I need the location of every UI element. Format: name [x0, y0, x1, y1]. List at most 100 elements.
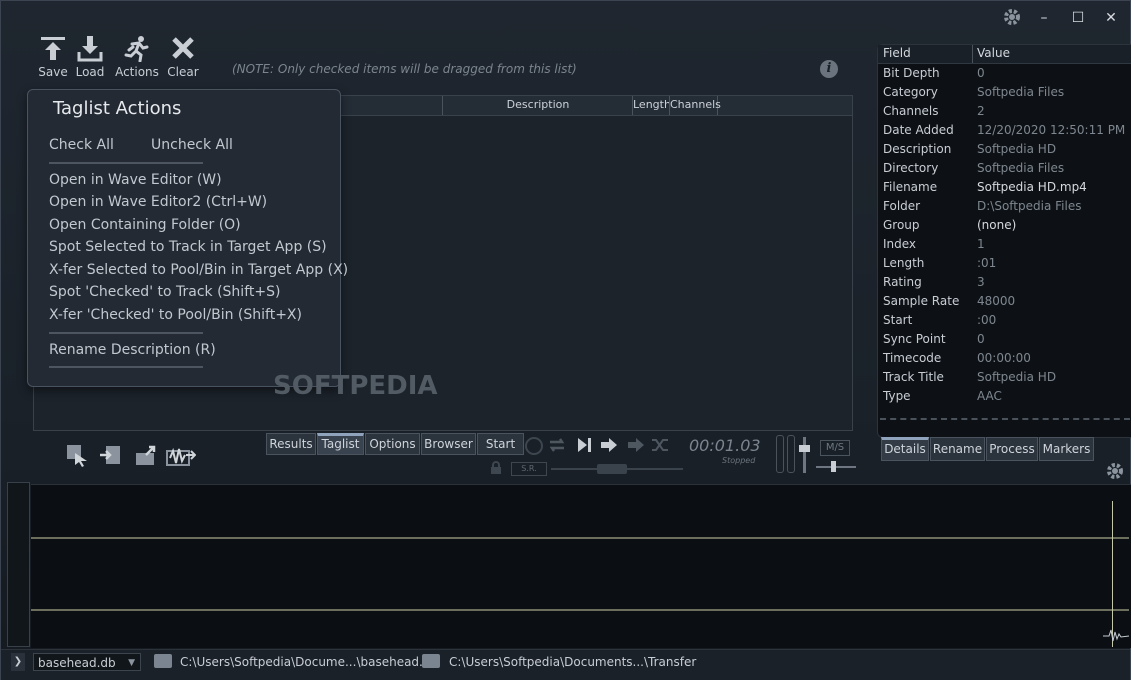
record-icon[interactable]: [525, 437, 543, 455]
tab-rename[interactable]: Rename: [930, 437, 985, 461]
slider-thumb[interactable]: [597, 464, 627, 474]
play-pause-icon[interactable]: [576, 437, 592, 457]
detail-field-value[interactable]: 0: [977, 332, 985, 346]
detail-field-value[interactable]: D:\Softpedia Files: [977, 199, 1081, 213]
open-containing-folder-item[interactable]: Open Containing Folder (O): [49, 217, 241, 233]
header-value[interactable]: Value: [977, 46, 1010, 60]
time-display: 00:01.03: [689, 436, 761, 455]
next-icon[interactable]: [626, 437, 646, 457]
folder-icon[interactable]: [154, 654, 172, 668]
open-wave-editor2-item[interactable]: Open in Wave Editor2 (Ctrl+W): [49, 194, 267, 210]
detail-field-value[interactable]: (none): [977, 218, 1016, 232]
database-path: C:\Users\Softpedia\Docume...\basehead.db: [180, 655, 439, 669]
detail-field-value[interactable]: Softpedia Files: [977, 85, 1064, 99]
tab-results[interactable]: Results: [266, 433, 316, 455]
detail-field-value[interactable]: 1: [977, 237, 985, 251]
detail-field-value[interactable]: AAC: [977, 389, 1002, 403]
detail-field-label: Sync Point: [883, 332, 946, 346]
detail-field-label: Folder: [883, 199, 921, 213]
menu-separator: [49, 332, 203, 334]
shuffle-icon[interactable]: [651, 437, 669, 457]
column-description[interactable]: Description: [442, 96, 633, 115]
detail-field-label: Start: [883, 313, 913, 327]
tab-browser[interactable]: Browser: [421, 433, 476, 455]
waveform-scroll-handle[interactable]: [7, 482, 30, 647]
detail-field-label: Rating: [883, 275, 922, 289]
sample-rate-button[interactable]: S.R.: [511, 462, 547, 476]
app-window: – ☐ ✕ Save Load Actions Clear (NOTE: Onl…: [0, 0, 1131, 680]
detail-field-value[interactable]: Softpedia HD.mp4: [977, 180, 1087, 194]
tab-taglist[interactable]: Taglist: [317, 433, 364, 455]
close-button[interactable]: ✕: [1099, 7, 1123, 29]
drag-to-app-icon[interactable]: [65, 443, 91, 469]
detail-field-value[interactable]: Softpedia HD: [977, 142, 1056, 156]
open-wave-editor-item[interactable]: Open in Wave Editor (W): [49, 172, 222, 188]
clear-x-icon: [158, 34, 208, 64]
check-all-item[interactable]: Check All: [49, 137, 114, 153]
load-label: Load: [75, 65, 105, 79]
expand-chevron-icon[interactable]: ❯: [11, 653, 25, 671]
import-icon[interactable]: [98, 443, 124, 469]
detail-field-value[interactable]: 48000: [977, 294, 1015, 308]
tab-options[interactable]: Options: [365, 433, 420, 455]
playhead-cursor[interactable]: [1112, 501, 1113, 647]
detail-field-value[interactable]: :01: [977, 256, 996, 270]
spot-checked-item[interactable]: Spot 'Checked' to Track (Shift+S): [49, 284, 280, 300]
waveform-export-icon[interactable]: [166, 443, 197, 469]
forward-icon[interactable]: [599, 437, 619, 457]
detail-field-value[interactable]: 0: [977, 66, 985, 80]
transport-state: Stopped: [722, 456, 756, 465]
export-icon[interactable]: [134, 443, 160, 469]
column-length[interactable]: Length: [632, 96, 671, 115]
pan-slider-thumb[interactable]: [831, 461, 836, 472]
detail-field-value[interactable]: 2: [977, 104, 985, 118]
detail-field-value[interactable]: 3: [977, 275, 985, 289]
detail-field-label: Category: [883, 85, 938, 99]
info-icon[interactable]: i: [820, 60, 838, 78]
waveform-display[interactable]: [31, 484, 1131, 648]
detail-field-label: Index: [883, 237, 917, 251]
pan-slider[interactable]: [816, 466, 856, 468]
uncheck-all-item[interactable]: Uncheck All: [151, 137, 233, 153]
transfer-path: C:\Users\Softpedia\Documents...\Transfer: [449, 655, 697, 669]
maximize-button[interactable]: ☐: [1066, 7, 1090, 29]
minimize-button[interactable]: –: [1032, 7, 1056, 29]
rename-description-item[interactable]: Rename Description (R): [49, 342, 216, 358]
mono-stereo-button[interactable]: M/S: [820, 440, 850, 456]
detail-field-label: Directory: [883, 161, 939, 175]
load-icon: [65, 34, 115, 64]
volume-slider[interactable]: [803, 437, 806, 473]
tab-process[interactable]: Process: [986, 437, 1038, 461]
detail-field-value[interactable]: Softpedia HD: [977, 370, 1056, 384]
xfer-checked-item[interactable]: X-fer 'Checked' to Pool/Bin (Shift+X): [49, 307, 302, 323]
waveform-line-bottom: [31, 609, 1129, 611]
detail-field-value[interactable]: 12/20/2020 12:50:11 PM: [977, 123, 1125, 137]
settings-gear-icon[interactable]: [1000, 7, 1024, 29]
clear-button[interactable]: Clear: [158, 34, 208, 79]
actions-button[interactable]: Actions: [112, 34, 162, 79]
database-select[interactable]: basehead.db ▼: [33, 653, 141, 671]
detail-field-label: Length: [883, 256, 925, 270]
spot-selected-item[interactable]: Spot Selected to Track in Target App (S): [49, 239, 327, 255]
waveform-settings-icon[interactable]: [1105, 461, 1125, 485]
tab-details[interactable]: Details: [881, 437, 929, 461]
detail-field-value[interactable]: Softpedia Files: [977, 161, 1064, 175]
drag-note: (NOTE: Only checked items will be dragge…: [232, 62, 577, 76]
softpedia-watermark: SOFTPEDIA: [273, 371, 438, 401]
column-channels[interactable]: Channels: [669, 96, 721, 115]
detail-field-value[interactable]: 00:00:00: [977, 351, 1031, 365]
loop-icon[interactable]: [546, 436, 568, 458]
load-button[interactable]: Load: [65, 34, 115, 79]
detail-field-value[interactable]: :00: [977, 313, 996, 327]
folder-icon[interactable]: [422, 654, 440, 668]
volume-slider-thumb[interactable]: [799, 445, 810, 452]
lock-icon[interactable]: [489, 460, 503, 479]
tab-start[interactable]: Start: [477, 433, 524, 455]
detail-field-label: Type: [883, 389, 911, 403]
detail-field-label: Date Added: [883, 123, 954, 137]
tab-markers[interactable]: Markers: [1039, 437, 1094, 461]
header-divider: [972, 45, 973, 63]
details-panel[interactable]: Field Value Bit Depth 0 Category Softpedia …: [877, 44, 1131, 438]
header-field[interactable]: Field: [883, 46, 911, 60]
xfer-selected-item[interactable]: X-fer Selected to Pool/Bin in Target App…: [49, 262, 348, 278]
